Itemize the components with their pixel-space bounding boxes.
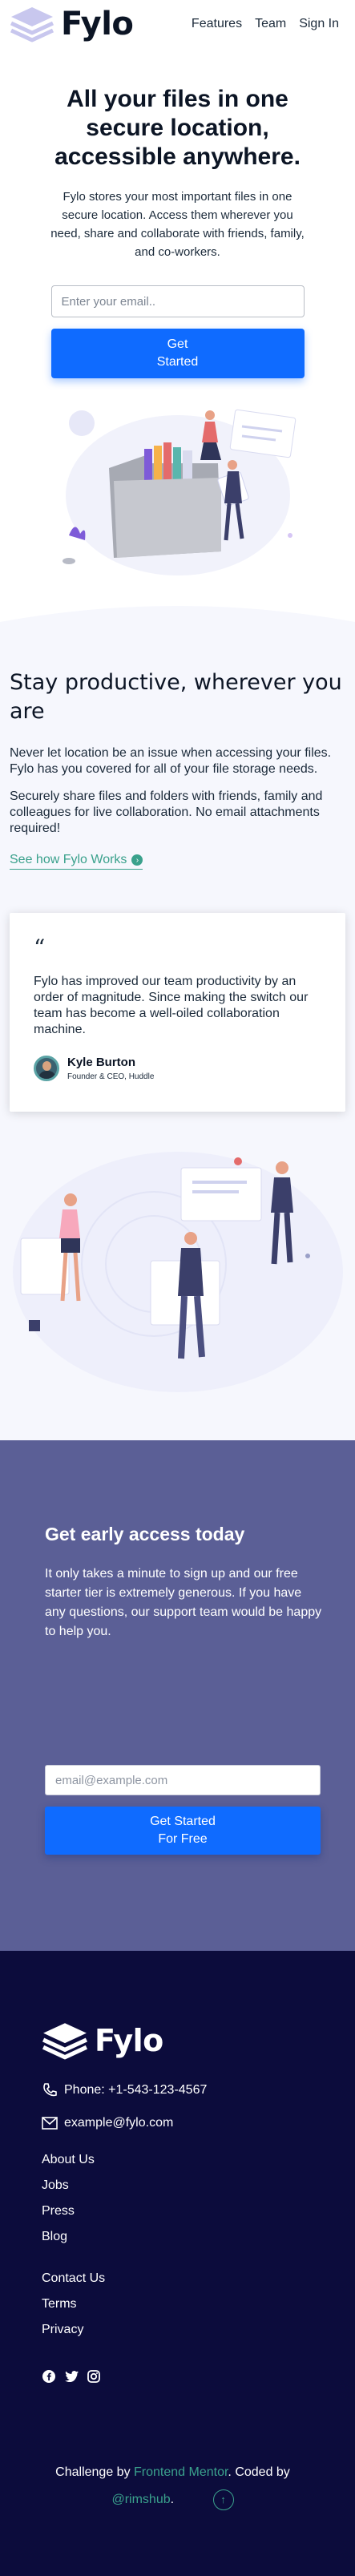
footer-links-group-2: Contact Us Terms Privacy [42,2271,339,2337]
attribution: Challenge by Frontend Mentor. Coded by @… [16,2459,329,2513]
nav-features[interactable]: Features [192,17,242,31]
author-name: Kyle Burton [67,1056,136,1069]
instagram-icon[interactable] [87,2369,101,2384]
early-access-email-input[interactable] [45,1765,321,1795]
footer-logo-text: Fylo [95,2023,163,2058]
twitter-icon[interactable] [64,2369,79,2384]
footer-link-terms[interactable]: Terms [42,2297,339,2312]
facebook-icon[interactable] [42,2369,56,2384]
get-started-free-line2: For Free [158,1832,208,1846]
nav-sign-in[interactable]: Sign In [299,17,339,31]
quote-icon: “ [34,935,46,961]
email-icon [42,2117,58,2130]
email-text: example@fylo.com [64,2116,174,2130]
logo-text: Fylo [61,6,134,42]
site-header: Fylo Features Team Sign In [0,0,355,48]
early-access-section: Get early access today It only takes a m… [0,1440,355,1951]
attribution-prefix: Challenge by [55,2465,135,2479]
get-started-free-button[interactable]: Get Started For Free [45,1807,321,1855]
logo[interactable]: Fylo [10,6,134,42]
footer-logo[interactable]: Fylo [42,2021,339,2060]
main-nav: Features Team Sign In [192,17,339,31]
footer-link-press[interactable]: Press [42,2204,339,2219]
logo-layers-icon [10,7,54,42]
back-to-top-icon[interactable]: ↑ [212,2489,234,2510]
author-role: Founder & CEO, Huddle [67,1072,155,1081]
footer-link-blog[interactable]: Blog [42,2230,339,2244]
get-started-button[interactable]: Get Started [50,329,305,378]
hero-email-input[interactable] [50,285,305,317]
phone-icon [43,2083,57,2097]
get-started-free-line1: Get Started [150,1815,216,1828]
testimonial-author: Kyle Burton Founder & CEO, Huddle [34,1056,321,1081]
footer-link-jobs[interactable]: Jobs [42,2178,339,2193]
footer-email[interactable]: example@fylo.com [42,2116,339,2130]
hero-description: Fylo stores your most important files in… [50,190,305,259]
footer-link-privacy[interactable]: Privacy [42,2323,339,2337]
nav-team[interactable]: Team [255,17,286,31]
footer-links-group-1: About Us Jobs Press Blog [42,2153,339,2244]
attribution-end: . [170,2493,175,2506]
frontend-mentor-link[interactable]: Frontend Mentor [134,2465,228,2479]
arrow-right-icon: › [131,854,143,866]
footer-link-about-us[interactable]: About Us [42,2153,339,2167]
testimonial-card: “ Fylo has improved our team productivit… [10,913,345,1112]
productive-paragraph-1: Never let location be an issue when acce… [10,746,332,776]
footer-phone[interactable]: Phone: +1-543-123-4567 [42,2082,339,2098]
early-access-title: Get early access today [45,1524,245,1544]
phone-text: Phone: +1-543-123-4567 [64,2083,208,2097]
get-started-line2: Started [156,355,199,369]
early-access-description: It only takes a minute to sign up and ou… [45,1567,322,1638]
productive-title: Stay productive, wherever you are [10,670,342,724]
hero-title: All your files in one secure location, a… [54,86,301,170]
site-footer: Fylo Phone: +1-543-123-4567 example@fylo… [0,1951,355,2576]
hero-illustration [62,409,296,575]
see-how-label: See how Fylo Works [10,853,127,866]
page: Fylo Features Team Sign In All your file… [0,0,355,2576]
productive-paragraph-2: Securely share files and folders with fr… [10,789,323,835]
get-started-line1: Get [167,337,188,351]
see-how-link[interactable]: See how Fylo Works › [10,853,143,870]
team-illustration [13,1152,343,1392]
hero-section: All your files in one secure location, a… [0,48,355,580]
author-link[interactable]: @rimshub [111,2493,170,2506]
social-links [42,2369,339,2384]
section-curve [0,606,355,622]
attribution-mid: . Coded by [228,2465,290,2479]
avatar [34,1056,59,1081]
testimonial-text: Fylo has improved our team productivity … [34,975,309,1036]
productive-section: Stay productive, wherever you are Never … [0,606,355,1440]
footer-link-contact-us[interactable]: Contact Us [42,2271,339,2286]
logo-layers-icon [42,2023,88,2060]
